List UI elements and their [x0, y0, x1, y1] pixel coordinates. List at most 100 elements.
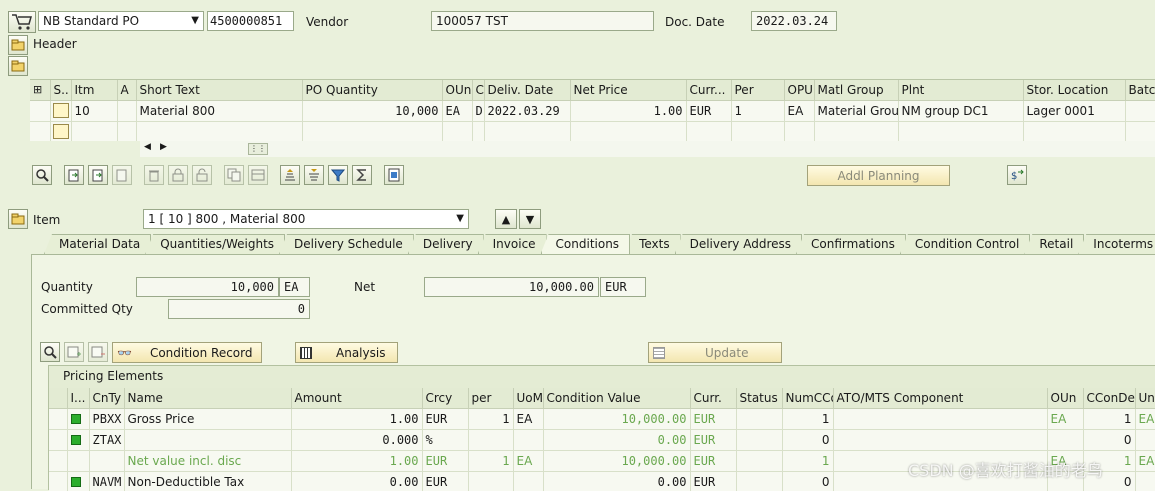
- table-row[interactable]: [30, 121, 1155, 141]
- po-number-field[interactable]: 4500000851: [207, 11, 294, 31]
- col-header[interactable]: per: [468, 388, 514, 409]
- empty-cell[interactable]: [472, 121, 485, 141]
- col-header[interactable]: Net Price: [570, 80, 687, 101]
- condition-ato[interactable]: [833, 408, 1048, 430]
- quantity-field[interactable]: 10,000: [136, 277, 279, 297]
- next-item-icon[interactable]: ▼: [519, 209, 541, 229]
- details-icon[interactable]: [32, 165, 52, 185]
- col-header[interactable]: Amount: [291, 388, 423, 409]
- condition-type[interactable]: ZTAX: [89, 429, 125, 451]
- row-selector[interactable]: [49, 450, 68, 472]
- collapse-item-detail-icon[interactable]: [8, 209, 28, 229]
- empty-cell[interactable]: [442, 121, 473, 141]
- condition-status[interactable]: [736, 450, 783, 472]
- condition-per[interactable]: 1: [468, 408, 514, 430]
- col-header[interactable]: Batch: [1125, 80, 1155, 101]
- empty-cell[interactable]: [302, 121, 443, 141]
- row-selector[interactable]: [49, 471, 68, 491]
- row-selector[interactable]: [49, 429, 68, 451]
- empty-cell[interactable]: [570, 121, 687, 141]
- analysis-button[interactable]: Analysis: [295, 342, 398, 363]
- cart-icon[interactable]: [8, 11, 36, 33]
- tab-delivery-address[interactable]: Delivery Address: [674, 234, 803, 254]
- table-row[interactable]: 10 Material 800 10,000 EA D 2022.03.29 1…: [30, 100, 1155, 122]
- po-quantity[interactable]: 10,000: [302, 100, 443, 122]
- tab-material-data[interactable]: Material Data: [44, 234, 152, 254]
- condition-oun[interactable]: [1047, 429, 1084, 451]
- addl-planning-button[interactable]: Addl Planning: [807, 165, 950, 186]
- col-header[interactable]: Curr...: [686, 80, 732, 101]
- condition-un[interactable]: [1135, 429, 1155, 451]
- currency[interactable]: EUR: [686, 100, 732, 122]
- grid-scrollbar[interactable]: ◀ ▶ ⋮⋮: [140, 141, 1155, 157]
- item-select[interactable]: 1 [ 10 ] 800 , Material 800 ▼: [143, 209, 469, 229]
- empty-cell[interactable]: [898, 121, 1024, 141]
- table-row[interactable]: ZTAX 0.000 % 0.00 EUR 0 0: [49, 429, 1155, 451]
- condition-uom[interactable]: EA: [513, 450, 544, 472]
- condition-value[interactable]: 0.00: [543, 471, 691, 491]
- delivery-date[interactable]: 2022.03.29: [484, 100, 571, 122]
- quantity-unit-field[interactable]: EA: [279, 277, 310, 297]
- sort-ascending-icon[interactable]: [280, 165, 300, 185]
- col-header[interactable]: C: [472, 80, 485, 101]
- table-view-icon[interactable]: [248, 165, 268, 185]
- condition-currency[interactable]: EUR: [422, 408, 469, 430]
- update-button[interactable]: Update: [648, 342, 782, 363]
- condition-currency[interactable]: EUR: [422, 450, 469, 472]
- plant[interactable]: NM group DC1: [898, 100, 1024, 122]
- date-cat[interactable]: D: [472, 100, 485, 122]
- col-header[interactable]: Per: [731, 80, 785, 101]
- committed-qty-field[interactable]: 0: [168, 299, 310, 319]
- condition-value-currency[interactable]: EUR: [690, 471, 737, 491]
- condition-numcco[interactable]: 0: [782, 471, 834, 491]
- copy-right-icon[interactable]: [88, 165, 108, 185]
- empty-cell[interactable]: [136, 121, 303, 141]
- batch[interactable]: [1125, 100, 1155, 122]
- empty-cell[interactable]: [71, 121, 118, 141]
- net-value-field[interactable]: 10,000.00: [424, 277, 599, 297]
- col-header[interactable]: Crcy: [422, 388, 469, 409]
- lock-icon[interactable]: [168, 165, 188, 185]
- condition-un[interactable]: EA: [1135, 408, 1155, 430]
- col-header[interactable]: NumCCo: [782, 388, 834, 409]
- insert-row-icon[interactable]: [64, 342, 84, 362]
- sum-icon[interactable]: [352, 165, 372, 185]
- item-number[interactable]: 10: [71, 100, 118, 122]
- condition-status[interactable]: [736, 471, 783, 491]
- scroll-left-icon[interactable]: ◀: [144, 142, 151, 152]
- condition-currency[interactable]: %: [422, 429, 469, 451]
- condition-value-currency[interactable]: EUR: [690, 408, 737, 430]
- col-header[interactable]: Name: [124, 388, 292, 409]
- grid-settings-icon[interactable]: ⊞: [30, 80, 51, 101]
- condition-per[interactable]: 1: [468, 450, 514, 472]
- order-unit[interactable]: EA: [442, 100, 473, 122]
- col-header[interactable]: PO Quantity: [302, 80, 443, 101]
- condition-per[interactable]: [468, 429, 514, 451]
- condition-value-currency[interactable]: EUR: [690, 429, 737, 451]
- col-header[interactable]: Plnt: [898, 80, 1024, 101]
- tab-delivery-schedule[interactable]: Delivery Schedule: [279, 234, 414, 254]
- expand-header-icon[interactable]: [8, 35, 28, 55]
- condition-status[interactable]: [736, 408, 783, 430]
- col-header[interactable]: Condition Value: [543, 388, 691, 409]
- col-header[interactable]: Un: [1135, 388, 1155, 409]
- material-group[interactable]: Material Group...: [814, 100, 899, 122]
- condition-value-currency[interactable]: EUR: [690, 450, 737, 472]
- col-selector[interactable]: [49, 388, 68, 409]
- empty-cell[interactable]: [814, 121, 899, 141]
- condition-uom[interactable]: [513, 471, 544, 491]
- col-header[interactable]: I...: [67, 388, 90, 409]
- collapse-items-icon[interactable]: [8, 56, 28, 76]
- condition-status[interactable]: [736, 429, 783, 451]
- tab-retail[interactable]: Retail: [1024, 234, 1085, 254]
- scroll-right-icon[interactable]: ▶: [160, 142, 167, 152]
- empty-cell[interactable]: [117, 121, 137, 141]
- row-selector[interactable]: [30, 121, 51, 141]
- short-text[interactable]: Material 800: [136, 100, 303, 122]
- acct-cat[interactable]: [117, 100, 137, 122]
- paste-icon[interactable]: [112, 165, 132, 185]
- tab-conditions[interactable]: Conditions: [540, 234, 631, 254]
- condition-type[interactable]: PBXX: [89, 408, 125, 430]
- tab-confirmations[interactable]: Confirmations: [796, 234, 906, 254]
- unlock-icon[interactable]: [192, 165, 212, 185]
